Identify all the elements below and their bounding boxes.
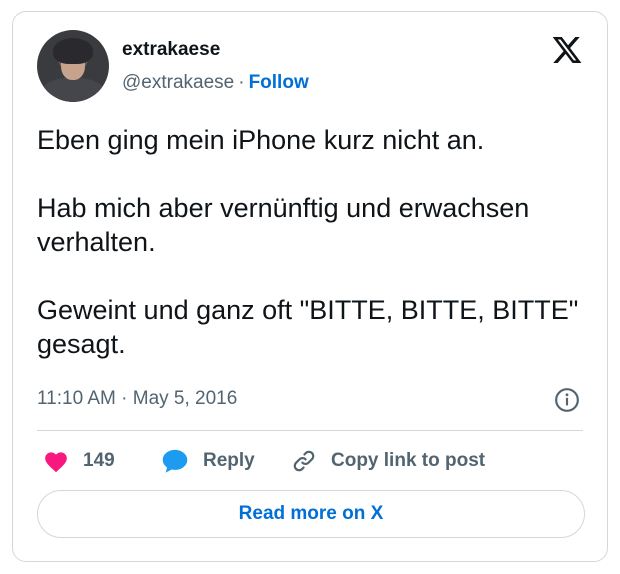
tweet-line: Geweint und ganz oft "BITTE, BITTE, BITT… [37,295,579,359]
author-handle-row: @extrakaese · Follow [122,72,309,94]
tweet-timestamp[interactable]: 11:10 AM · May 5, 2016 [37,388,237,410]
avatar[interactable] [37,30,109,102]
follow-button[interactable]: Follow [249,72,309,93]
avatar-hair [53,38,93,64]
link-icon [293,450,315,472]
copy-link-label: Copy link to post [331,450,486,471]
reply-bubble-icon [162,449,188,473]
handle-separator: · [238,72,245,93]
avatar-hood [41,78,105,102]
tweet-line: Hab mich aber vernünftig und erwachsen v… [37,193,530,257]
reply-button[interactable]: Reply [161,444,255,478]
copy-link-button[interactable]: Copy link to post [291,444,485,478]
reply-label: Reply [203,450,255,471]
x-logo-icon[interactable] [550,34,584,66]
action-bar: 149 Reply Copy link to post [37,444,597,478]
tweet-text: Eben ging mein iPhone kurz nicht an. Hab… [37,123,597,361]
like-button[interactable]: 149 [43,444,115,478]
divider [37,430,583,431]
author-name[interactable]: extrakaese [122,39,220,61]
tweet-card: extrakaese @extrakaese · Follow Eben ging … [12,11,608,562]
read-more-button[interactable]: Read more on X [37,490,585,538]
author-handle[interactable]: @extrakaese [122,72,234,93]
heart-icon [45,452,67,473]
info-icon[interactable] [554,387,580,413]
like-count: 149 [83,450,115,471]
tweet-line: Eben ging mein iPhone kurz nicht an. [37,125,485,155]
